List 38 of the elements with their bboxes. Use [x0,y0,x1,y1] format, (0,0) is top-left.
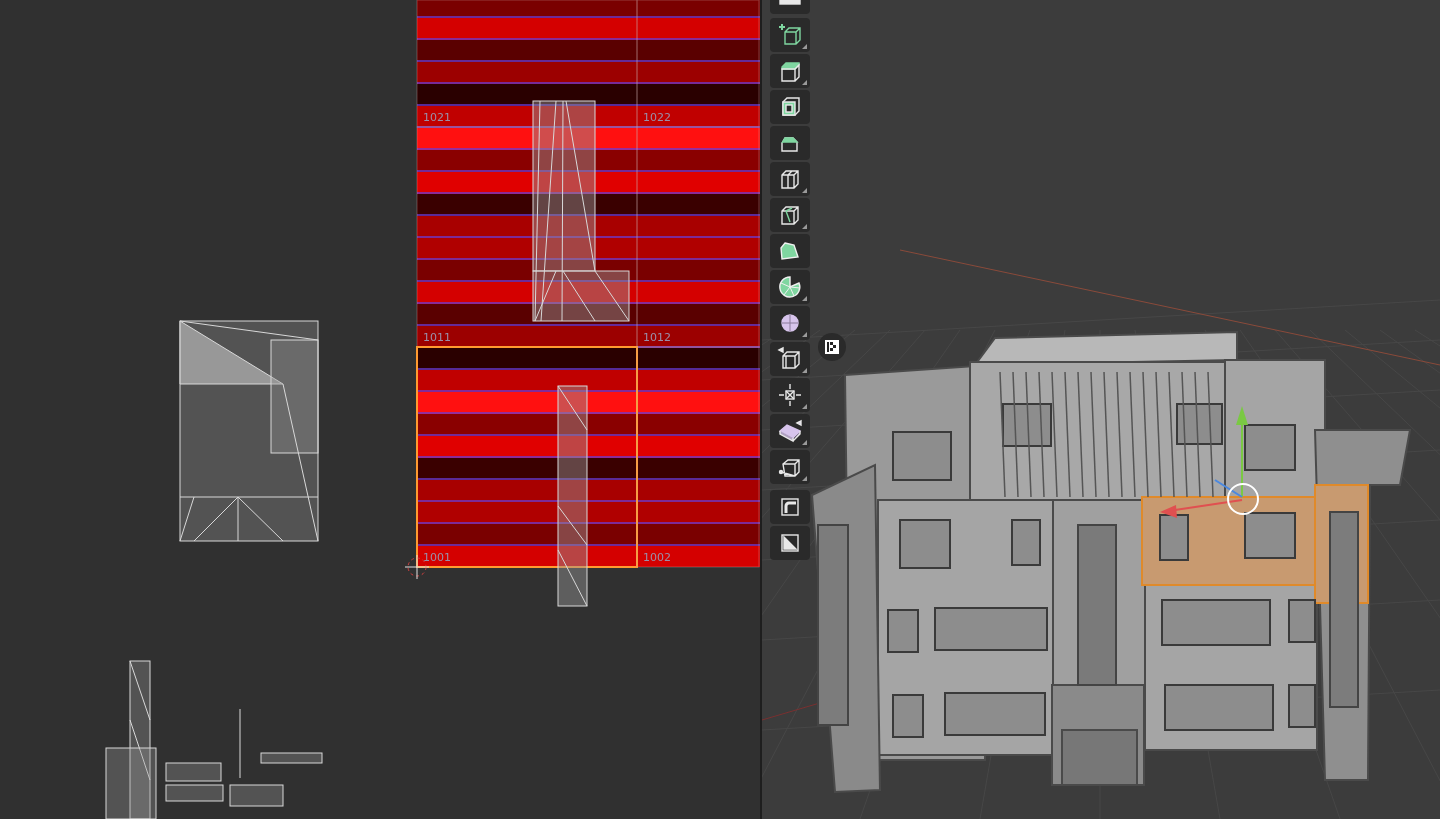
submenu-corner-icon [802,296,807,301]
bevel-tool-button[interactable] [770,126,810,160]
submenu-corner-icon [802,332,807,337]
udim-tile-label: 1012 [643,331,671,344]
submenu-corner-icon [802,368,807,373]
checkerboard-icon [825,340,839,354]
submenu-corner-icon [802,440,807,445]
loop-cut-tool-button[interactable] [770,162,810,196]
shear-tool-button[interactable] [770,414,810,448]
edge-slide-tool-button[interactable] [770,342,810,376]
udim-tile-label: 1011 [423,331,451,344]
udim-tile-label: 1021 [423,111,451,124]
submenu-corner-icon [802,404,807,409]
submenu-corner-icon [802,188,807,193]
udim-tile-label: 1001 [423,551,451,564]
shear-icon [777,418,803,444]
edge-slide-icon [777,346,803,372]
submenu-corner-icon [802,224,807,229]
udim-tile-label: 1022 [643,111,671,124]
submenu-corner-icon [802,80,807,85]
annotate-tool-button[interactable] [770,526,810,560]
extrude-tool-button[interactable] [770,54,810,88]
submenu-corner-icon [802,44,807,49]
submenu-corner-icon [802,476,807,481]
spin-icon [777,274,803,300]
shrink-tool-button[interactable] [770,378,810,412]
shrink-icon [777,382,803,408]
spin-tool-button[interactable] [770,270,810,304]
transform-tool-button[interactable] [770,490,810,524]
checker-overlay-button[interactable] [818,333,846,361]
smooth-tool-button[interactable] [770,306,810,340]
add-cube-tool-button[interactable] [770,18,810,52]
rip-tool-button[interactable] [770,450,810,484]
udim-tile-label: 1002 [643,551,671,564]
inset-tool-button[interactable] [770,90,810,124]
add-cube-icon [777,22,803,48]
knife-tool-button[interactable] [770,198,810,232]
poly-build-tool-button[interactable] [770,234,810,268]
